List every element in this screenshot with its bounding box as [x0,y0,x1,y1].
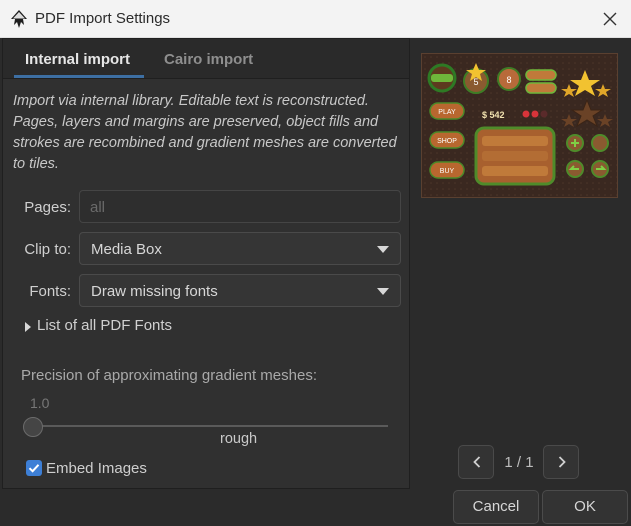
triangle-right-icon [25,322,31,332]
preview-image: 5 8 PLAY SHOP BUY $ 542 [422,54,617,197]
fonts-value: Draw missing fonts [91,283,218,300]
shop-label: SHOP [437,138,457,145]
buy-label: BUY [440,168,455,175]
tab-cairo-import[interactable]: Cairo import [164,51,253,68]
clip-to-value: Media Box [91,241,162,258]
chevron-down-icon [377,246,389,253]
coin-text: $ 542 [482,110,505,120]
ok-button[interactable]: OK [542,490,628,524]
inkscape-icon [11,10,27,28]
font-list-label: List of all PDF Fonts [37,317,173,334]
next-page-button[interactable] [543,445,579,479]
pages-placeholder: all [90,199,106,216]
clip-to-label: Clip to: [24,241,71,258]
chevron-left-icon [473,456,481,468]
pages-input[interactable]: all [79,190,401,223]
clip-to-select[interactable]: Media Box [79,232,401,265]
active-tab-indicator [14,75,144,78]
cancel-button[interactable]: Cancel [453,490,539,524]
page-indicator: 1 / 1 [504,454,534,471]
embed-images-checkbox[interactable] [26,460,42,476]
chevron-down-icon [377,288,389,295]
tab-internal-import[interactable]: Internal import [25,51,130,68]
precision-label: Precision of approximating gradient mesh… [21,367,317,384]
precision-slider-handle[interactable] [23,417,43,437]
window-title: PDF Import Settings [35,10,171,27]
precision-value: 1.0 [30,395,50,411]
import-description: Import via internal library. Editable te… [13,93,397,172]
fonts-label: Fonts: [29,283,71,300]
play-label: PLAY [438,109,456,116]
embed-images-label: Embed Images [46,460,147,477]
level-number: 5 [473,77,478,87]
tab-bar: Internal import Cairo import [3,39,409,79]
precision-mark-label: rough [220,431,258,447]
title-bar: PDF Import Settings [0,0,631,38]
chevron-right-icon [558,456,566,468]
pages-label: Pages: [24,199,71,216]
settings-panel: Internal import Cairo import Import via … [2,38,410,489]
precision-slider-track[interactable] [33,425,388,427]
page-preview: 5 8 PLAY SHOP BUY $ 542 [421,53,618,198]
close-icon[interactable] [598,7,622,31]
counter-number: 8 [506,75,511,85]
fonts-select[interactable]: Draw missing fonts [79,274,401,307]
previous-page-button[interactable] [458,445,494,479]
checkmark-icon [28,464,40,473]
